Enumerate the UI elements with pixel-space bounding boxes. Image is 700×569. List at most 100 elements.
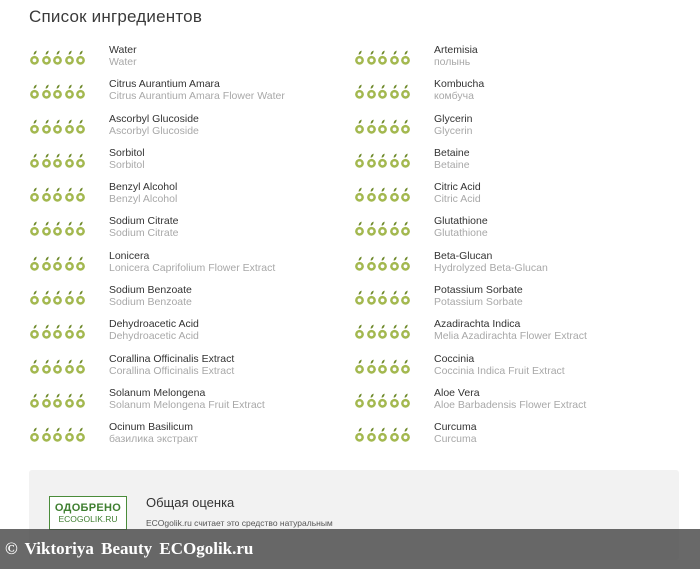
ingredient-name: Azadirachta Indica	[434, 318, 521, 331]
leaf-drop-icon	[41, 50, 51, 65]
ingredient-item[interactable]: Citric Acid Citric Acid	[354, 181, 679, 215]
ingredient-item[interactable]: Citrus Aurantium Amara Citrus Aurantium A…	[29, 78, 354, 112]
ingredient-rating	[354, 250, 434, 272]
ingredient-row: Corallina Officinalis Extract Corallina O…	[29, 353, 679, 387]
ingredient-names: Glycerin Glycerin	[434, 113, 473, 137]
ingredient-item[interactable]: Benzyl Alcohol Benzyl Alcohol	[29, 181, 354, 215]
leaf-drop-icon	[64, 427, 74, 442]
ingredient-list: Water Water Artemisia полынь Citrus Aurantiu…	[29, 44, 679, 456]
ingredient-item[interactable]: Dehydroacetic Acid Dehydroacetic Acid	[29, 318, 354, 352]
leaf-drop-icon	[53, 393, 62, 408]
ingredient-item[interactable]: Lonicera Lonicera Caprifolium Flower Extr…	[29, 250, 354, 284]
leaf-drop-icon	[76, 290, 85, 305]
leaf-drop-icon	[64, 222, 74, 237]
leaf-drop-icon	[76, 393, 85, 408]
ingredient-inci-name: Hydrolyzed Beta-Glucan	[434, 261, 548, 274]
leaf-drop-icon	[355, 187, 364, 202]
leaf-drop-icon	[76, 359, 85, 374]
ingredient-item[interactable]: Potassium Sorbate Potassium Sorbate	[354, 284, 679, 318]
ingredient-item[interactable]: Ocinum Basilicum базилика экстракт	[29, 421, 354, 455]
ingredient-names: Sodium Benzoate Sodium Benzoate	[109, 284, 192, 308]
leaf-drop-icon	[401, 290, 410, 305]
ingredient-name: Benzyl Alcohol	[109, 181, 178, 194]
ingredient-item[interactable]: Kombucha комбуча	[354, 78, 679, 112]
ingredient-names: Corallina Officinalis Extract Corallina O…	[109, 353, 234, 377]
ingredient-rating	[354, 113, 434, 135]
ingredient-name: Kombucha	[434, 78, 485, 91]
ingredient-item[interactable]: Coccinia Coccinia Indica Fruit Extract	[354, 353, 679, 387]
ingredient-name: Solanum Melongena	[109, 386, 206, 399]
leaf-drop-icon	[41, 222, 51, 237]
ingredient-inci-name: Coccinia Indica Fruit Extract	[434, 364, 565, 377]
ingredient-rating	[354, 44, 434, 66]
ingredient-inci-name: Curcuma	[434, 433, 477, 446]
ingredient-inci-name: Citric Acid	[434, 193, 481, 206]
ingredient-item[interactable]: Ascorbyl Glucoside Ascorbyl Glucoside	[29, 113, 354, 147]
leaf-drop-icon	[389, 187, 399, 202]
leaf-drop-icon	[53, 256, 62, 271]
ingredient-rating	[29, 250, 109, 272]
ingredient-rating	[354, 284, 434, 306]
ingredient-item[interactable]: Corallina Officinalis Extract Corallina O…	[29, 353, 354, 387]
ingredient-item[interactable]: Sodium Citrate Sodium Citrate	[29, 215, 354, 249]
leaf-drop-icon	[378, 324, 387, 340]
ingredient-item[interactable]: Sorbitol Sorbitol	[29, 147, 354, 181]
ingredient-inci-name: Citrus Aurantium Amara Flower Water	[109, 90, 285, 103]
ingredient-name: Ocinum Basilicum	[109, 421, 194, 434]
leaf-drop-icon	[76, 324, 85, 340]
leaf-drop-icon	[41, 324, 51, 340]
ingredient-rating	[29, 215, 109, 237]
ingredient-item[interactable]: Azadirachta Indica Melia Azadirachta Flow…	[354, 318, 679, 352]
leaf-drop-icon	[366, 187, 376, 202]
leaf-drop-icon	[366, 84, 376, 99]
leaf-drop-icon	[64, 393, 74, 408]
ingredient-names: Curcuma Curcuma	[434, 421, 477, 445]
ingredient-item[interactable]: Water Water	[29, 44, 354, 78]
leaf-drop-icon	[41, 187, 51, 202]
leaf-drop-icon	[64, 50, 74, 65]
ingredient-names: Betaine Betaine	[434, 147, 470, 171]
ingredient-rating	[354, 215, 434, 237]
leaf-drop-icon	[355, 324, 364, 340]
ingredient-item[interactable]: Betaine Betaine	[354, 147, 679, 181]
watermark-text: © Viktoriya Beauty ECOgolik.ru	[5, 539, 254, 558]
ingredient-name: Dehydroacetic Acid	[109, 318, 199, 331]
leaf-drop-icon	[389, 50, 399, 65]
leaf-drop-icon	[378, 84, 387, 99]
ingredient-name: Sodium Citrate	[109, 215, 179, 228]
leaf-drop-icon	[64, 187, 74, 202]
leaf-drop-icon	[64, 119, 74, 134]
leaf-drop-icon	[378, 119, 387, 134]
ingredient-item[interactable]: Glutathione Glutathione	[354, 215, 679, 249]
leaf-drop-icon	[378, 50, 387, 65]
leaf-drop-icon	[41, 290, 51, 305]
ingredient-inci-name: базилика экстракт	[109, 433, 199, 446]
ingredient-item[interactable]: Curcuma Curcuma	[354, 421, 679, 455]
leaf-drop-icon	[389, 84, 399, 99]
leaf-drop-icon	[76, 187, 85, 202]
leaf-drop-icon	[401, 50, 410, 65]
overall-rating-text: ECOgolik.ru считает это средство натурал…	[146, 518, 333, 528]
ingredient-item[interactable]: Aloe Vera Aloe Barbadensis Flower Extract	[354, 387, 679, 421]
leaf-drop-icon	[41, 427, 51, 442]
leaf-drop-icon	[53, 84, 62, 99]
ingredient-item[interactable]: Solanum Melongena Solanum Melongena Fruit…	[29, 387, 354, 421]
leaf-drop-icon	[53, 187, 62, 202]
ingredient-inci-name: Sodium Benzoate	[109, 296, 192, 309]
ingredient-names: Coccinia Coccinia Indica Fruit Extract	[434, 353, 565, 377]
leaf-drop-icon	[401, 324, 410, 340]
leaf-drop-icon	[366, 393, 376, 408]
ingredient-rating	[29, 284, 109, 306]
ingredient-item[interactable]: Glycerin Glycerin	[354, 113, 679, 147]
leaf-drop-icon	[355, 290, 364, 305]
leaf-drop-icon	[366, 324, 376, 340]
ingredient-name: Lonicera	[109, 249, 150, 262]
ingredient-item[interactable]: Sodium Benzoate Sodium Benzoate	[29, 284, 354, 318]
ingredient-item[interactable]: Artemisia полынь	[354, 44, 679, 78]
leaf-drop-icon	[30, 153, 39, 168]
leaf-drop-icon	[378, 290, 387, 305]
ingredient-item[interactable]: Beta-Glucan Hydrolyzed Beta-Glucan	[354, 250, 679, 284]
ingredient-rating	[29, 421, 109, 443]
leaf-drop-icon	[378, 222, 387, 237]
ingredient-inci-name: Melia Azadirachta Flower Extract	[434, 330, 587, 343]
